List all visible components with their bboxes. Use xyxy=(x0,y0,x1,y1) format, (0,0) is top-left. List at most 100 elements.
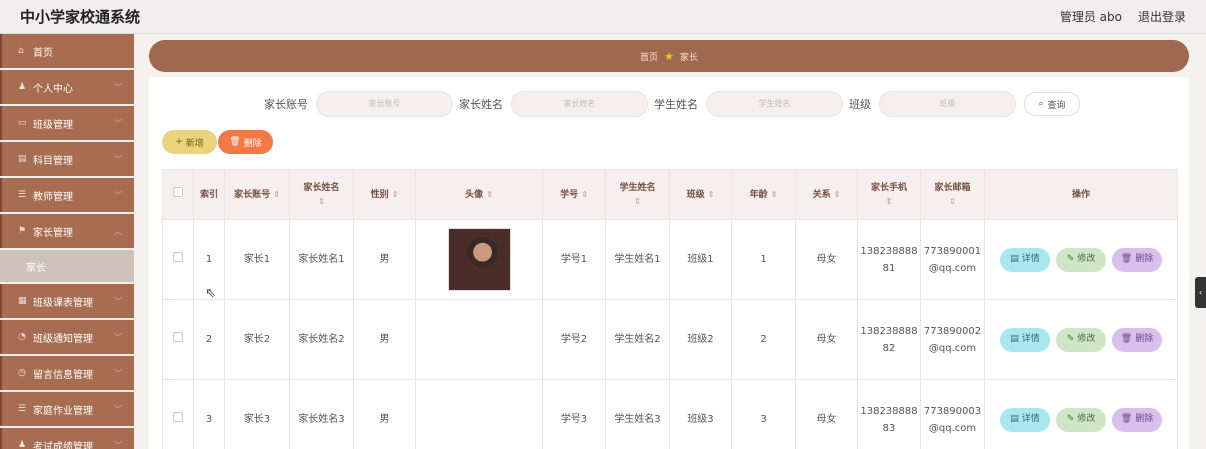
edit-button[interactable]: ✎ 修改 xyxy=(1056,407,1106,432)
cell-name: 家长姓名1 xyxy=(289,219,354,300)
edit-button[interactable]: ✎ 修改 xyxy=(1056,247,1106,272)
search-input-account[interactable]: 家长账号 xyxy=(316,91,453,117)
breadcrumb-current: 家长 xyxy=(679,52,698,63)
chevron-down-icon: ﹀ xyxy=(114,440,122,449)
select-all-checkbox[interactable] xyxy=(173,187,183,197)
detail-button[interactable]: ▤ 详情 xyxy=(1000,407,1050,432)
chevron-down-icon: ﹀ xyxy=(114,154,122,164)
search-input-class[interactable]: 班级 xyxy=(879,91,1016,117)
sidebar-item-subject[interactable]: ▤ 科目管理 ﹀ xyxy=(0,142,134,176)
query-button[interactable]: ⌕ 查询 xyxy=(1024,92,1080,116)
detail-button[interactable]: ▤ 详情 xyxy=(1000,327,1050,352)
phone-line-2: 81 xyxy=(882,262,896,274)
sidebar-item-homework[interactable]: ☰ 家庭作业管理 ﹀ xyxy=(0,392,134,426)
col-student-no[interactable]: 学号 ⇕ xyxy=(542,169,606,220)
col-phone[interactable]: 家长手机 ⇕ xyxy=(857,169,921,220)
sort-icon[interactable]: ⇕ xyxy=(886,197,893,206)
col-email[interactable]: 家长邮箱 ⇕ xyxy=(920,169,985,220)
sort-icon[interactable]: ⇕ xyxy=(486,190,493,199)
delete-selected-button[interactable]: 🗑 删除 xyxy=(218,130,273,154)
row-select-cell[interactable] xyxy=(162,299,194,380)
breadcrumb: 首页 ★ 家长 xyxy=(149,40,1189,72)
cell-age: 3 xyxy=(731,379,796,449)
sidebar-subitem-parent[interactable]: 家长 xyxy=(0,250,134,282)
sidebar-item-parent[interactable]: ⚑ 家长管理 ︿ xyxy=(0,214,134,248)
collapse-toggle[interactable]: ‹ xyxy=(1195,277,1206,308)
sort-icon[interactable]: ⇕ xyxy=(634,197,641,206)
chevron-left-icon: ‹ xyxy=(1198,288,1203,297)
col-relation[interactable]: 关系 ⇕ xyxy=(795,169,858,220)
sidebar-item-message[interactable]: ◷ 留言信息管理 ﹀ xyxy=(0,356,134,390)
query-label: 查询 xyxy=(1047,100,1066,111)
search-input-name[interactable]: 家长姓名 xyxy=(511,91,648,117)
sidebar-item-exam[interactable]: ♟ 考试成绩管理 ﹀ xyxy=(0,428,134,449)
row-checkbox[interactable] xyxy=(173,332,183,342)
admin-label: 管理员 abo xyxy=(1059,10,1122,24)
sort-icon[interactable]: ⇕ xyxy=(708,190,715,199)
cell-student-no: 学号1 xyxy=(542,219,606,300)
logout-link[interactable]: 退出登录 xyxy=(1138,8,1186,25)
delete-button[interactable]: 🗑 删除 xyxy=(1112,407,1162,432)
sidebar-item-teacher[interactable]: ☰ 教师管理 ﹀ xyxy=(0,178,134,212)
row-checkbox[interactable] xyxy=(173,412,183,422)
sidebar-item-label: 教师管理 xyxy=(33,191,73,203)
add-button[interactable]: + 新增 xyxy=(162,130,217,154)
sort-icon[interactable]: ⇕ xyxy=(273,190,280,199)
col-age[interactable]: 年龄 ⇕ xyxy=(731,169,796,220)
sort-icon[interactable]: ⇕ xyxy=(581,190,588,199)
cell-relation: 母女 xyxy=(795,219,858,300)
col-gender[interactable]: 性别 ⇕ xyxy=(353,169,416,220)
delete-button[interactable]: 🗑 删除 xyxy=(1112,247,1162,272)
sidebar-item-label: 班级课表管理 xyxy=(33,297,93,309)
cell-account: 家长3 xyxy=(224,379,290,449)
add-label: 新增 xyxy=(185,138,204,149)
sidebar-item-label: 班级通知管理 xyxy=(33,333,93,345)
detail-label: 详情 xyxy=(1021,254,1040,264)
row-select-cell[interactable] xyxy=(162,379,194,449)
email-line-2: @qq.com xyxy=(928,262,977,274)
subject-icon: ▤ xyxy=(18,154,27,164)
sidebar-item-schedule[interactable]: ▦ 班级课表管理 ﹀ xyxy=(0,284,134,318)
sidebar-item-label: 留言信息管理 xyxy=(33,369,93,381)
sort-icon[interactable]: ⇕ xyxy=(318,197,325,206)
breadcrumb-home[interactable]: 首页 xyxy=(640,50,658,63)
pencil-icon: ✎ xyxy=(1066,334,1075,344)
sort-icon[interactable]: ⇕ xyxy=(949,197,956,206)
edit-button[interactable]: ✎ 修改 xyxy=(1056,327,1106,352)
cell-class: 班级1 xyxy=(669,219,732,300)
detail-button[interactable]: ▤ 详情 xyxy=(1000,247,1050,272)
col-account[interactable]: 家长账号 ⇕ xyxy=(224,169,290,220)
sort-icon[interactable]: ⇕ xyxy=(392,190,399,199)
select-all-cell[interactable] xyxy=(162,169,194,220)
col-student-name[interactable]: 学生姓名 ⇕ xyxy=(605,169,670,220)
chevron-up-icon: ︿ xyxy=(114,226,122,236)
cell-age: 2 xyxy=(731,299,796,380)
document-icon: ▤ xyxy=(1010,254,1019,264)
chevron-down-icon: ﹀ xyxy=(114,190,122,200)
sort-icon[interactable]: ⇕ xyxy=(771,190,778,199)
sidebar-item-label: 个人中心 xyxy=(33,83,73,95)
cell-gender: 男 xyxy=(353,219,416,300)
email-line-1: 773890001 xyxy=(923,245,982,257)
col-relation-label: 关系 xyxy=(812,189,831,200)
col-avatar[interactable]: 头像 ⇕ xyxy=(415,169,543,220)
search-label-name: 家长姓名 xyxy=(459,98,503,111)
email-line-2: @qq.com xyxy=(928,342,977,354)
sidebar-item-class[interactable]: ▭ 班级管理 ﹀ xyxy=(0,106,134,140)
row-select-cell[interactable] xyxy=(162,219,194,300)
col-class[interactable]: 班级 ⇕ xyxy=(669,169,732,220)
search-input-student[interactable]: 学生姓名 xyxy=(706,91,843,117)
cell-email: 773890003 @qq.com xyxy=(920,379,985,449)
sidebar-item-notice[interactable]: ◔ 班级通知管理 ﹀ xyxy=(0,320,134,354)
class-icon: ▭ xyxy=(18,118,27,128)
row-checkbox[interactable] xyxy=(173,252,183,262)
cell-student-name: 学生姓名3 xyxy=(605,379,670,449)
sidebar-item-home[interactable]: ⌂ 首页 xyxy=(0,34,134,68)
sort-icon[interactable]: ⇕ xyxy=(834,190,841,199)
cell-student-no: 学号3 xyxy=(542,379,606,449)
chevron-down-icon: ﹀ xyxy=(114,332,122,342)
avatar[interactable] xyxy=(447,228,511,291)
sidebar-item-profile[interactable]: ♟ 个人中心 ﹀ xyxy=(0,70,134,104)
delete-button[interactable]: 🗑 删除 xyxy=(1112,327,1162,352)
col-name[interactable]: 家长姓名 ⇕ xyxy=(289,169,354,220)
